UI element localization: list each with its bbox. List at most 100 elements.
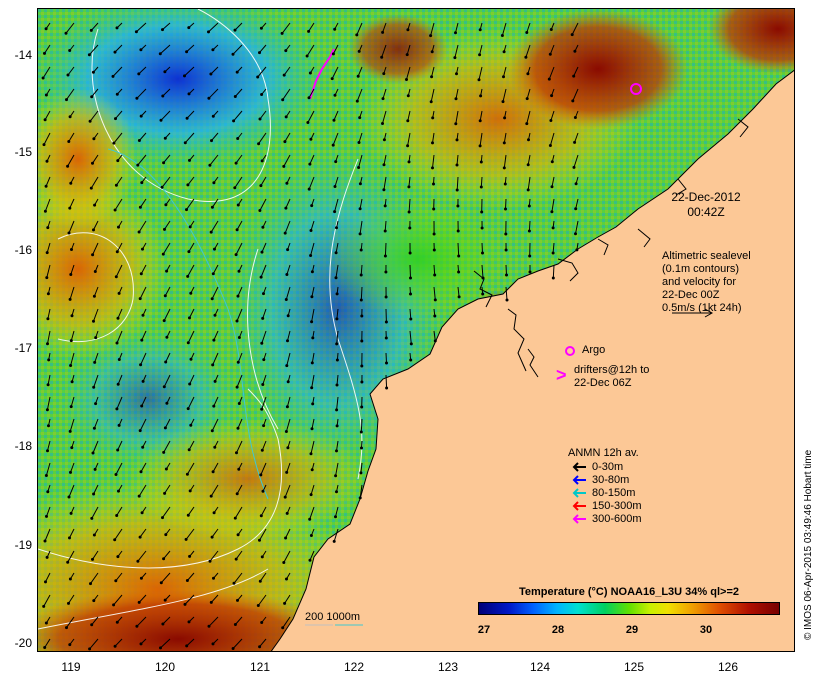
velocity-arrow-head [360, 364, 364, 368]
velocity-arrow-head [549, 119, 553, 122]
velocity-arrow-head [46, 449, 49, 453]
velocity-arrow-head [209, 72, 213, 76]
velocity-arrow-head [309, 534, 313, 537]
velocity-arrow-head [282, 73, 286, 77]
velocity-arrow-head [208, 559, 212, 563]
velocity-arrow-head [334, 276, 338, 280]
velocity-arrow-head [311, 336, 315, 340]
velocity-arrow-head [335, 358, 339, 362]
velocity-arrow-head [284, 298, 288, 301]
velocity-arrow-head [310, 386, 314, 390]
velocity-arrow-head [359, 273, 363, 277]
arrow-icon [572, 488, 586, 498]
velocity-arrow-head [117, 358, 121, 361]
velocity-arrow-head [283, 231, 287, 235]
depth-scale-label: 200 1000m [305, 611, 361, 623]
velocity-arrow-head [210, 205, 214, 209]
velocity-arrow-head [42, 143, 46, 147]
velocity-arrow-head [309, 229, 313, 232]
velocity-arrow-head [69, 470, 72, 474]
velocity-arrow-head [334, 515, 337, 519]
velocity-arrow-head [525, 97, 529, 101]
velocity-arrow-head [334, 251, 338, 255]
velocity-arrow-head [432, 182, 435, 186]
velocity-arrow-head [183, 141, 187, 145]
velocity-arrow-head [407, 160, 411, 164]
velocity-arrow-head [43, 118, 47, 122]
velocity-arrow-head [332, 118, 336, 122]
velocity-arrow-head [360, 314, 364, 318]
velocity-arrow-head [210, 139, 213, 143]
velocity-arrow-head [360, 380, 364, 384]
velocity-arrow-head [141, 445, 145, 449]
velocity-arrow-head [454, 122, 458, 126]
velocity-arrow-head [208, 163, 212, 167]
velocity-arrow-head [212, 404, 216, 408]
velocity-arrow-head [92, 137, 96, 141]
y-tick-label: -16 [14, 243, 32, 257]
velocity-arrow-head [481, 276, 485, 280]
velocity-arrow-head [333, 185, 337, 188]
velocity-arrow-head [259, 275, 263, 279]
velocity-arrow-head [575, 248, 579, 252]
velocity-arrow-head [46, 490, 50, 494]
warm-patch-mid [128, 419, 368, 539]
velocity-arrow-head [93, 360, 97, 364]
velocity-arrow-head [117, 489, 120, 493]
velocity-arrow-head [163, 598, 167, 602]
velocity-arrow-head [381, 97, 385, 101]
colorbar-title: Temperature (°C) NOAA16_L3U 34% ql>=2 [519, 586, 739, 598]
velocity-arrow-head [405, 78, 408, 81]
velocity-arrow-head [161, 516, 164, 520]
velocity-arrow-head [526, 72, 530, 76]
velocity-arrow-head [46, 292, 50, 296]
velocity-arrow-head [188, 225, 192, 229]
velocity-arrow-head [504, 248, 508, 252]
arrow-icon [572, 462, 586, 472]
velocity-arrow-head [256, 604, 260, 607]
velocity-arrow-head [335, 292, 339, 296]
temperature-colorbar [478, 602, 780, 615]
velocity-arrow-head [286, 339, 289, 343]
velocity-arrow-head [46, 317, 50, 321]
velocity-arrow-head [359, 471, 363, 475]
velocity-arrow-head [87, 53, 91, 57]
velocity-arrow-head [70, 314, 74, 318]
velocity-arrow-head [407, 210, 411, 214]
velocity-arrow-head [383, 254, 387, 258]
velocity-arrow-head [455, 188, 459, 192]
velocity-arrow-head [207, 96, 211, 100]
velocity-arrow-head [257, 142, 261, 146]
velocity-arrow-head [285, 364, 289, 368]
velocity-arrow-head [237, 269, 241, 273]
velocity-arrow-head [137, 230, 141, 234]
velocity-arrow-head [187, 620, 191, 624]
velocity-arrow-head [259, 473, 263, 477]
velocity-arrow-head [188, 316, 191, 320]
velocity-arrow-head [457, 254, 461, 258]
velocity-arrow-head [335, 317, 339, 321]
velocity-arrow-head [357, 49, 361, 53]
velocity-arrow-head [183, 602, 187, 606]
y-tick-label: -15 [14, 145, 32, 159]
velocity-arrow-head [573, 140, 577, 144]
velocity-arrow-head [138, 205, 142, 209]
velocity-arrow-head [308, 558, 312, 562]
velocity-arrow-head [163, 491, 167, 495]
velocity-arrow-head [94, 336, 98, 340]
velocity-arrow-head [261, 225, 265, 229]
velocity-arrow-head [335, 342, 339, 346]
velocity-arrow-head [234, 557, 238, 561]
velocity-arrow-head [88, 647, 92, 651]
velocity-arrow-head [283, 140, 287, 144]
velocity-arrow-head [115, 620, 119, 624]
legend-item: 0-30m [572, 461, 623, 473]
velocity-arrow-head [68, 577, 72, 581]
velocity-arrow-head [262, 292, 265, 296]
velocity-arrow-head [140, 338, 144, 342]
velocity-arrow-head [526, 188, 530, 192]
velocity-arrow-head [161, 28, 164, 32]
legend-item: 300-600m [572, 513, 642, 525]
velocity-arrow-head [358, 496, 362, 500]
velocity-arrow-head [479, 185, 483, 189]
